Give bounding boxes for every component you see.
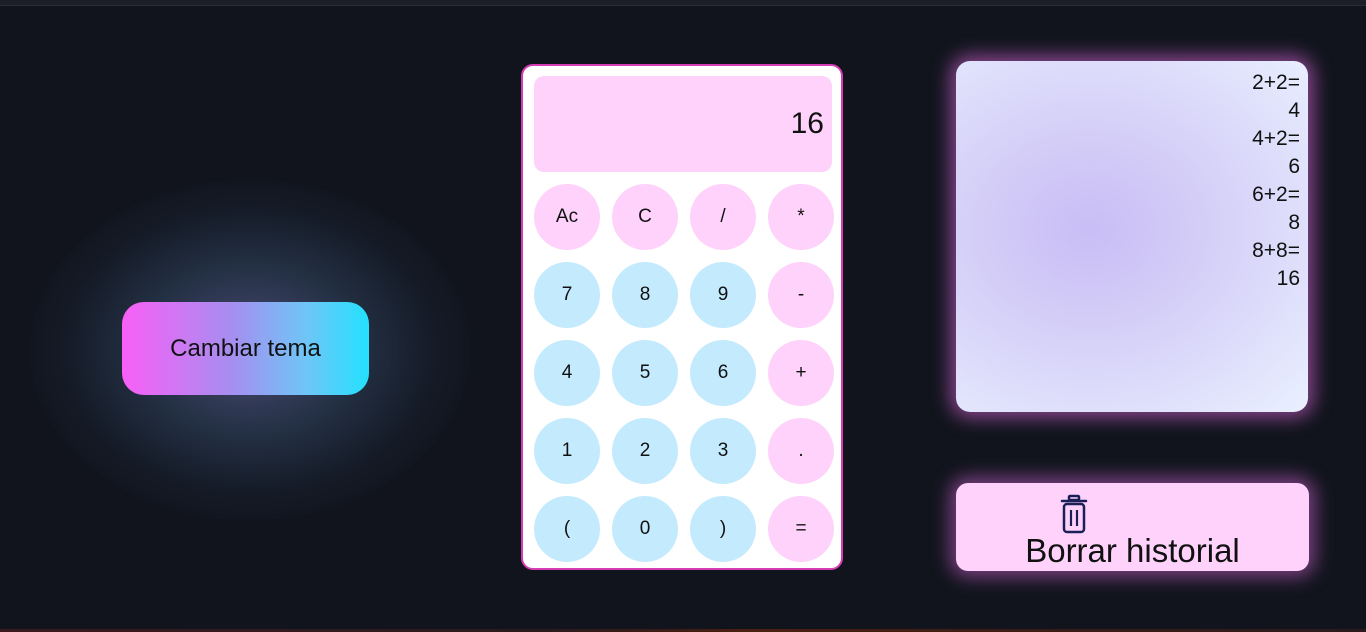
key-decimal[interactable]: . bbox=[768, 418, 834, 484]
clear-history-label: Borrar historial bbox=[1025, 532, 1240, 569]
history-entry: 16 bbox=[1276, 267, 1300, 290]
app-stage: Cambiar tema 16 Ac C / * 7 8 9-4 5 6 +1 2 3.(0) = 2+… bbox=[0, 0, 1366, 632]
history-panel: 2+2= 4 4+2= 6 6+2= 8 8+8= 16 bbox=[956, 61, 1308, 412]
calculator-display: 16 bbox=[534, 76, 832, 172]
key-7[interactable]: 7 bbox=[534, 262, 600, 328]
history-entry: 6+2= bbox=[1252, 183, 1300, 206]
key-1[interactable]: 1 bbox=[534, 418, 600, 484]
history-entry: 2+2= bbox=[1252, 71, 1300, 94]
calculator: 16 Ac C / * 7 8 9- 4 5 6 +1 2 3. (0) = bbox=[521, 64, 843, 570]
key-2[interactable]: 2 bbox=[612, 418, 678, 484]
key-4[interactable]: 4 bbox=[534, 340, 600, 406]
top-border bbox=[0, 0, 1366, 6]
history-entry: 6 bbox=[1288, 155, 1300, 178]
key-all-clear[interactable]: Ac bbox=[534, 184, 600, 250]
key-close-paren[interactable]: ) bbox=[690, 496, 756, 562]
trash-icon bbox=[1060, 494, 1088, 534]
key-divide[interactable]: / bbox=[690, 184, 756, 250]
key-0[interactable]: 0 bbox=[612, 496, 678, 562]
change-theme-button[interactable]: Cambiar tema bbox=[122, 302, 369, 395]
history-entry: 8+8= bbox=[1252, 239, 1300, 262]
history-entry: 4 bbox=[1288, 99, 1300, 122]
key-5[interactable]: 5 bbox=[612, 340, 678, 406]
history-entry: 4+2= bbox=[1252, 127, 1300, 150]
key-9[interactable]: 9 bbox=[690, 262, 756, 328]
key-8[interactable]: 8 bbox=[612, 262, 678, 328]
key-clear[interactable]: C bbox=[612, 184, 678, 250]
clear-history-button[interactable]: Borrar historial bbox=[956, 483, 1309, 571]
key-add[interactable]: + bbox=[768, 340, 834, 406]
history-entry: 8 bbox=[1288, 211, 1300, 234]
key-3[interactable]: 3 bbox=[690, 418, 756, 484]
key-6[interactable]: 6 bbox=[690, 340, 756, 406]
key-subtract[interactable]: - bbox=[768, 262, 834, 328]
key-equals[interactable]: = bbox=[768, 496, 834, 562]
key-multiply[interactable]: * bbox=[768, 184, 834, 250]
key-open-paren[interactable]: ( bbox=[534, 496, 600, 562]
